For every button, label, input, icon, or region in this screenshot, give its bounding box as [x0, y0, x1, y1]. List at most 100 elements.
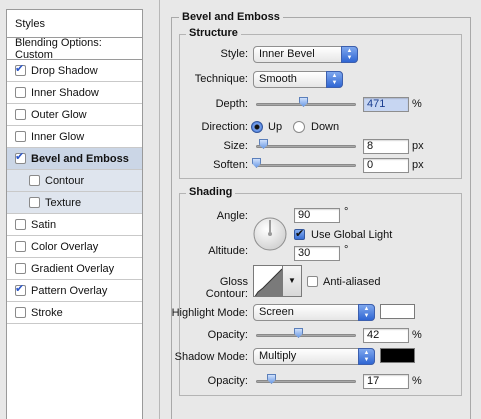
altitude-label: Altitude: — [208, 245, 248, 257]
shadow-mode-value: Multiply — [259, 350, 297, 362]
style-item-drop-shadow[interactable]: Drop Shadow — [7, 60, 142, 82]
style-item-label: Color Overlay — [31, 240, 99, 253]
style-item-label: Outer Glow — [31, 108, 87, 121]
structure-title: Structure — [186, 27, 241, 39]
up-down-arrows-icon: ▲ ▼ — [358, 348, 375, 365]
technique-popup-value: Smooth — [259, 73, 297, 85]
angle-field[interactable]: 90 — [294, 208, 340, 223]
style-item-inner-glow[interactable]: Inner Glow — [7, 126, 142, 148]
style-item-label: Gradient Overlay — [31, 262, 115, 275]
shadow-opacity-field[interactable]: 17 — [363, 374, 409, 389]
style-item-texture[interactable]: Texture — [7, 192, 142, 214]
satin-checkbox[interactable] — [15, 219, 26, 230]
gloss-contour-label: Gloss Contour: — [205, 276, 248, 300]
depth-field[interactable]: 471 — [363, 97, 409, 112]
highlight-mode-value: Screen — [259, 306, 294, 318]
gloss-contour-preview[interactable] — [253, 265, 283, 297]
shadow-mode-popup[interactable]: Multiply ▲ ▼ — [253, 348, 375, 365]
highlight-opacity-label: Opacity: — [207, 329, 248, 341]
angle-dial[interactable] — [252, 216, 288, 252]
highlight-opacity-unit: % — [412, 329, 422, 341]
style-item-label: Inner Shadow — [31, 86, 99, 99]
gradient-overlay-checkbox[interactable] — [15, 263, 26, 274]
use-global-light-label: Use Global Light — [311, 229, 393, 241]
style-item-bevel-and-emboss[interactable]: Bevel and Emboss — [7, 148, 142, 170]
bevel-emboss-title: Bevel and Emboss — [179, 11, 283, 23]
direction-label: Direction: — [201, 121, 248, 133]
direction-down-label: Down — [311, 121, 340, 133]
style-label: Style: — [220, 48, 248, 60]
style-item-contour[interactable]: Contour — [7, 170, 142, 192]
altitude-field[interactable]: 30 — [294, 246, 340, 261]
depth-label: Depth: — [215, 98, 248, 110]
style-item-color-overlay[interactable]: Color Overlay — [7, 236, 142, 258]
shading-title: Shading — [186, 186, 236, 198]
size-field[interactable]: 8 — [363, 139, 409, 154]
style-popup-value: Inner Bevel — [259, 48, 315, 60]
technique-popup[interactable]: Smooth ▲ ▼ — [253, 71, 343, 88]
highlight-opacity-field[interactable]: 42 — [363, 328, 409, 343]
soften-label: Soften: — [213, 159, 248, 171]
chevron-down-icon: ▼ — [288, 276, 296, 285]
blending-options-label: Blending Options: Custom — [15, 36, 102, 61]
styles-header-label: Styles — [15, 17, 45, 30]
drop-shadow-checkbox[interactable] — [15, 62, 26, 76]
depth-unit: % — [412, 98, 422, 110]
color-overlay-checkbox[interactable] — [15, 241, 26, 252]
anti-aliased-checkbox[interactable] — [307, 276, 318, 287]
angle-label: Angle: — [216, 210, 248, 222]
texture-checkbox[interactable] — [29, 197, 40, 208]
altitude-unit: ° — [344, 244, 349, 256]
styles-header[interactable]: Styles — [7, 10, 142, 38]
soften-field[interactable]: 0 — [363, 158, 409, 173]
angle-unit: ° — [344, 206, 349, 218]
style-item-stroke[interactable]: Stroke — [7, 302, 142, 324]
style-item-label: Texture — [45, 196, 82, 209]
style-item-label: Contour — [45, 174, 85, 187]
stroke-checkbox[interactable] — [15, 307, 26, 318]
highlight-opacity-slider-track[interactable] — [256, 334, 356, 337]
direction-down-radio[interactable] — [293, 121, 305, 133]
blending-options-item[interactable]: Blending Options: Custom — [7, 36, 142, 61]
shadow-color-swatch[interactable] — [380, 348, 415, 363]
style-item-outer-glow[interactable]: Outer Glow — [7, 104, 142, 126]
soften-unit: px — [412, 159, 424, 171]
pattern-overlay-checkbox[interactable] — [15, 282, 26, 296]
soften-slider-track[interactable] — [256, 164, 356, 167]
shadow-mode-label: Shadow Mode: — [174, 351, 248, 363]
up-down-arrows-icon: ▲ ▼ — [341, 46, 358, 63]
shadow-opacity-unit: % — [412, 375, 422, 387]
highlight-color-swatch[interactable] — [380, 304, 415, 319]
gloss-contour-dropdown[interactable]: ▼ — [283, 265, 302, 297]
style-item-label: Pattern Overlay — [31, 284, 108, 297]
direction-up-label: Up — [268, 121, 283, 133]
up-down-arrows-icon: ▲ ▼ — [326, 71, 343, 88]
anti-aliased-label: Anti-aliased — [323, 276, 381, 288]
use-global-light-checkbox[interactable] — [294, 227, 305, 240]
style-item-pattern-overlay[interactable]: Pattern Overlay — [7, 280, 142, 302]
style-item-label: Satin — [31, 218, 57, 231]
size-slider-track[interactable] — [256, 145, 356, 148]
direction-up-radio[interactable] — [251, 121, 263, 133]
outer-glow-checkbox[interactable] — [15, 109, 26, 120]
style-item-inner-shadow[interactable]: Inner Shadow — [7, 82, 142, 104]
style-item-gradient-overlay[interactable]: Gradient Overlay — [7, 258, 142, 280]
size-label: Size: — [223, 140, 248, 152]
style-item-satin[interactable]: Satin — [7, 214, 142, 236]
highlight-mode-popup[interactable]: Screen ▲ ▼ — [253, 304, 375, 321]
shadow-opacity-label: Opacity: — [207, 375, 248, 387]
highlight-mode-label: Highlight Mode: — [171, 307, 248, 319]
bevel-and-emboss-checkbox[interactable] — [15, 150, 26, 164]
inner-shadow-checkbox[interactable] — [15, 87, 26, 98]
contour-checkbox[interactable] — [29, 175, 40, 186]
contour-curve-icon — [254, 268, 282, 296]
technique-label: Technique: — [194, 73, 248, 85]
styles-list-panel: Styles Blending Options: Custom Drop Sha… — [6, 9, 143, 419]
style-popup[interactable]: Inner Bevel ▲ ▼ — [253, 46, 358, 63]
up-down-arrows-icon: ▲ ▼ — [358, 304, 375, 321]
inner-glow-checkbox[interactable] — [15, 131, 26, 142]
style-item-label: Inner Glow — [31, 130, 85, 143]
style-item-label: Drop Shadow — [31, 64, 98, 77]
style-item-label: Bevel and Emboss — [31, 152, 129, 165]
size-unit: px — [412, 140, 424, 152]
